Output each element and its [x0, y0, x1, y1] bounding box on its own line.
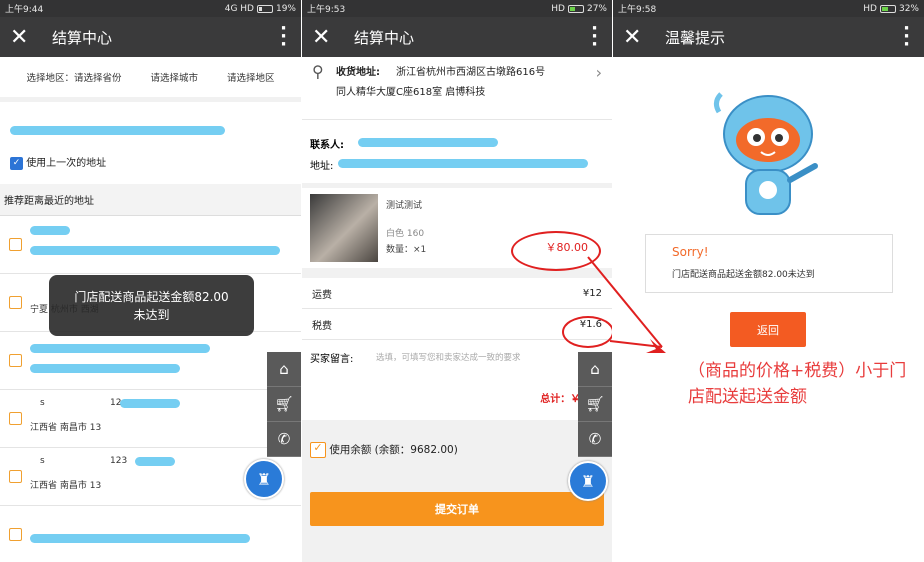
battery-icon [256, 4, 273, 13]
address-checkbox[interactable] [9, 296, 22, 309]
close-icon[interactable]: ✕ [623, 25, 653, 50]
submit-order-button[interactable]: 提交订单 [310, 492, 604, 526]
toast-line-2: 未达到 [133, 307, 170, 322]
memo-input[interactable]: 选填，可填写您和卖家达成一致的要求 [376, 351, 521, 363]
address-line-2: 同人精华大厦C座618室 启博科技 [336, 87, 486, 98]
memo-label: 买家留言: [310, 354, 354, 365]
phone-panel-1: 上午9:44 4G HD 19% ✕ 结算中心 · · · 选择地区：请选择省份 请… [0, 0, 301, 562]
battery-icon [879, 4, 896, 13]
more-menu-icon[interactable]: · · · [591, 20, 598, 54]
title-bar: ✕ 结算中心 · · · [302, 17, 612, 57]
close-icon[interactable]: ✕ [10, 25, 40, 50]
battery-level: 19% [275, 3, 296, 14]
tax-label: 税费 [312, 320, 332, 332]
address-line: 江西省 南昌市 13 [30, 423, 102, 433]
address-line: 江西省 南昌市 13 [30, 481, 102, 491]
balance-label: 使用余额 (余额：9682.00) [329, 444, 458, 456]
province-select[interactable]: 选择地区：请选择省份 [26, 70, 121, 84]
cart-icon[interactable]: 🛒︎ [267, 387, 301, 422]
page-title: 结算中心 [52, 28, 113, 47]
battery-level: 27% [586, 3, 607, 14]
address-checkbox[interactable] [9, 528, 22, 541]
status-time: 上午9:44 [5, 5, 44, 15]
title-bar: ✕ 结算中心 · · · [0, 17, 301, 57]
redacted-address [10, 126, 225, 135]
last-address-section: ✓ 使用上一次的地址 [0, 102, 301, 184]
status-bar: 上午9:53 HD 27% [302, 0, 612, 17]
network-status: HD [863, 3, 877, 14]
addr-label: 地址: [310, 161, 334, 172]
back-button[interactable]: 返回 [730, 312, 806, 347]
mascot-icon [713, 92, 818, 215]
title-bar: ✕ 温馨提示 · · · [613, 17, 924, 57]
recent-address-header: 推荐距离最近的地址 [0, 184, 301, 216]
floating-shortcuts: ⌂ 🛒︎ ✆ [267, 352, 301, 457]
phone-icon[interactable]: ✆ [267, 422, 301, 457]
cart-icon[interactable]: 🛒︎ [578, 387, 612, 422]
page-title: 温馨提示 [665, 28, 726, 47]
list-item[interactable]: s 12 江西省 南昌市 13 [0, 390, 301, 448]
address-checkbox[interactable] [9, 412, 22, 425]
battery-level: 32% [898, 3, 919, 14]
phone-icon[interactable]: ✆ [578, 422, 612, 457]
shipping-fee-row: 运费 ¥12 [302, 278, 612, 309]
address-checkbox[interactable] [9, 470, 22, 483]
page-title: 结算中心 [354, 28, 415, 47]
address-checkbox[interactable] [9, 238, 22, 251]
status-time: 上午9:58 [618, 5, 657, 15]
more-menu-icon[interactable]: · · · [903, 20, 910, 54]
address-label: 收货地址: [336, 67, 380, 78]
list-item[interactable] [0, 506, 301, 562]
cup-icon[interactable]: ♜ [244, 459, 284, 499]
address-line-1: 浙江省杭州市西湖区古墩路616号 [396, 67, 546, 78]
alert-message: 门店配送商品起送金额82.00未达到 [672, 270, 815, 280]
location-pin-icon: ⚲ [312, 62, 324, 81]
address-checkbox[interactable] [9, 354, 22, 367]
annotation-text: （商品的价格+税费）小于门店配送起送金额 [688, 361, 907, 407]
annotation-arrow [587, 256, 666, 353]
status-bar: 上午9:44 4G HD 19% [0, 0, 301, 17]
product-image [310, 194, 378, 262]
product-qty: 数量：×1 [386, 245, 427, 255]
region-selector: 选择地区：请选择省份 请选择城市 请选择地区 [0, 57, 301, 97]
area-select[interactable]: 请选择地区 [227, 70, 275, 84]
home-icon[interactable]: ⌂ [267, 352, 301, 387]
address-name: s [40, 456, 45, 466]
battery-icon [567, 4, 584, 13]
city-select[interactable]: 请选择城市 [150, 70, 198, 84]
contact-block: 联系人: 地址: [302, 119, 612, 183]
status-time: 上午9:53 [307, 5, 346, 15]
shipping-label: 运费 [312, 289, 332, 301]
balance-checkbox[interactable]: ✓ [310, 442, 326, 458]
chevron-right-icon: › [595, 63, 602, 82]
screenshot-root: 上午9:44 4G HD 19% ✕ 结算中心 · · · 选择地区：请选择省份 请… [0, 0, 924, 562]
phone-panel-2: 上午9:53 HD 27% ✕ 结算中心 · · · ⚲ 收货地址: 浙江省杭州市西… [302, 0, 612, 562]
contact-label: 联系人: [310, 140, 344, 151]
address-phone: 123 [110, 456, 128, 466]
product-spec: 白色 160 [386, 229, 425, 239]
network-status: 4G HD [224, 3, 254, 14]
shipping-address[interactable]: ⚲ 收货地址: 浙江省杭州市西湖区古墩路616号 同人精华大厦C座618室 启博… [302, 57, 612, 119]
use-last-checkbox[interactable]: ✓ [10, 156, 23, 170]
alert-box: Sorry! 门店配送商品起送金额82.00未达到 [645, 234, 893, 293]
cup-icon[interactable]: ♜ [568, 461, 608, 501]
use-last-label: 使用上一次的地址 [26, 158, 107, 169]
sorry-title: Sorry! [672, 245, 709, 259]
product-name: 测试测试 [386, 201, 423, 211]
list-item[interactable] [0, 216, 301, 274]
network-status: HD [551, 3, 565, 14]
buyer-memo: 买家留言: 选填，可填写您和卖家达成一致的要求 总计：￥93. [302, 340, 612, 420]
toast-message: 门店配送商品起送金额82.00 未达到 [49, 275, 254, 336]
floating-shortcuts: ⌂ 🛒︎ ✆ [578, 352, 612, 457]
balance-option[interactable]: ✓ 使用余额 (余额：9682.00) [310, 442, 458, 458]
close-icon[interactable]: ✕ [312, 25, 342, 50]
status-bar: 上午9:58 HD 32% [613, 0, 924, 17]
address-name: s [40, 398, 45, 408]
list-item[interactable] [0, 332, 301, 390]
toast-line-1: 门店配送商品起送金额82.00 [74, 289, 229, 304]
address-list: 宁夏 杭州市 西湖 s 12 江西省 南昌市 13 s 123 江西省 南昌市 … [0, 216, 301, 562]
more-menu-icon[interactable]: · · · [280, 20, 287, 54]
